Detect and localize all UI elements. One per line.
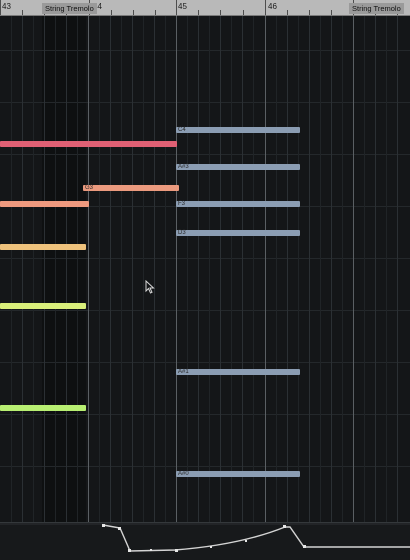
grid-line	[66, 16, 67, 522]
grid-line	[11, 16, 12, 522]
row-line	[0, 466, 410, 467]
row-line	[0, 362, 410, 363]
row-line	[0, 154, 410, 155]
grid-line	[276, 16, 277, 522]
grid-line	[44, 16, 45, 522]
ruler-tick	[309, 10, 310, 15]
grid-line	[253, 16, 254, 522]
grid-line	[187, 16, 188, 522]
grid-line	[287, 16, 288, 522]
row-line	[0, 258, 410, 259]
timeline-ruler[interactable]: 43 44 45 46 String Tremolo String Tremol…	[0, 0, 410, 16]
ruler-tick	[0, 0, 1, 15]
ruler-tick	[265, 0, 266, 15]
note-label: G3	[85, 185, 94, 191]
bar-line	[353, 16, 354, 522]
grid-line	[298, 16, 299, 522]
ruler-tick	[22, 10, 23, 15]
midi-note[interactable]: A#1	[176, 369, 300, 375]
grid-line	[220, 16, 221, 522]
grid-line	[364, 16, 365, 522]
grid-line	[242, 16, 243, 522]
row-line	[0, 102, 410, 103]
pointer-cursor-icon	[145, 279, 155, 299]
grid-line	[397, 16, 398, 522]
grid-line	[22, 16, 23, 522]
midi-note[interactable]: D3	[176, 230, 300, 236]
grid-line	[77, 16, 78, 522]
ruler-tick	[111, 10, 112, 15]
grid-line	[33, 16, 34, 522]
midi-note[interactable]: A#0	[176, 471, 300, 477]
ruler-tick	[287, 10, 288, 15]
midi-note[interactable]	[0, 141, 177, 147]
grid-line	[154, 16, 155, 522]
grid-line	[375, 16, 376, 522]
note-label: D3	[178, 230, 186, 236]
row-line	[0, 50, 410, 51]
automation-curve[interactable]	[0, 523, 410, 560]
midi-note[interactable]	[0, 303, 86, 309]
automation-lane[interactable]	[0, 522, 410, 560]
grid-line	[342, 16, 343, 522]
grid-line	[309, 16, 310, 522]
ruler-tick	[176, 0, 177, 15]
region-name-label[interactable]: String Tremolo	[42, 3, 97, 14]
bar-line	[176, 16, 177, 522]
row-line	[0, 414, 410, 415]
bar-number: 46	[268, 2, 277, 11]
midi-note[interactable]	[0, 201, 89, 207]
ruler-tick	[155, 10, 156, 15]
midi-note[interactable]	[0, 405, 86, 411]
grid-line	[55, 16, 56, 522]
grid-line	[231, 16, 232, 522]
grid-line	[198, 16, 199, 522]
region-name-label[interactable]: String Tremolo	[349, 3, 404, 14]
grid-line	[132, 16, 133, 522]
bar-number: 45	[178, 2, 187, 11]
ruler-tick	[198, 10, 199, 15]
grid-line	[331, 16, 332, 522]
bar-line	[88, 16, 89, 522]
note-label: A#0	[178, 471, 189, 477]
midi-note[interactable]: G3	[83, 185, 179, 191]
ruler-tick	[243, 10, 244, 15]
bar-number: 43	[2, 2, 11, 11]
midi-note[interactable]: A#3	[176, 164, 300, 170]
region-shade	[42, 16, 86, 522]
note-label: A#3	[178, 164, 189, 170]
row-line	[0, 310, 410, 311]
grid-line	[99, 16, 100, 522]
grid-line	[121, 16, 122, 522]
ruler-tick	[220, 10, 221, 15]
note-label: C4	[178, 127, 186, 133]
midi-note[interactable]: F3	[176, 201, 300, 207]
grid-line	[143, 16, 144, 522]
grid-line	[165, 16, 166, 522]
piano-roll-editor: 43 44 45 46 String Tremolo String Tremol…	[0, 0, 410, 560]
midi-note[interactable]	[0, 244, 86, 250]
grid-line	[209, 16, 210, 522]
note-label: F3	[178, 201, 186, 207]
grid-line	[386, 16, 387, 522]
ruler-tick	[331, 10, 332, 15]
note-grid[interactable]: C4 A#3 G3 F3 D3 A#1 A#0	[0, 16, 410, 522]
ruler-tick	[133, 10, 134, 15]
midi-note[interactable]: C4	[176, 127, 300, 133]
grid-line	[320, 16, 321, 522]
note-label: A#1	[178, 369, 189, 375]
bar-line	[265, 16, 266, 522]
grid-line	[110, 16, 111, 522]
